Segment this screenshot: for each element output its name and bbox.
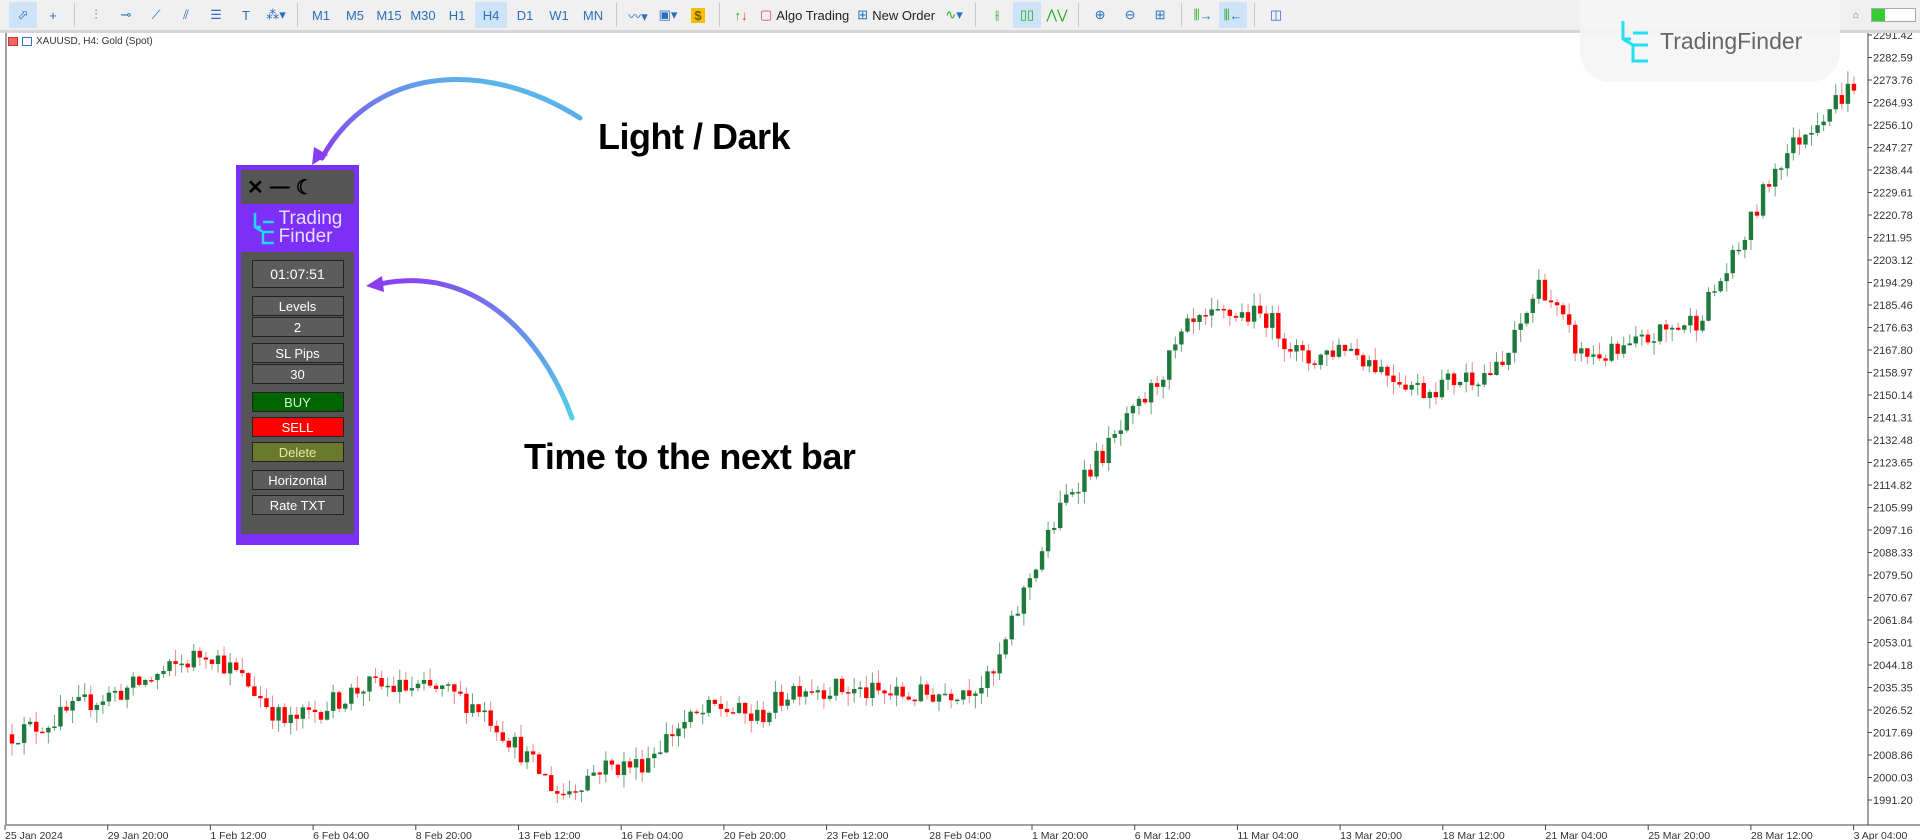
arrowhead-timer — [366, 276, 384, 292]
arrow-timer — [377, 278, 575, 421]
annotation-timer: Time to the next bar — [524, 436, 856, 477]
arrow-light-dark — [319, 77, 583, 161]
annotation-light-dark: Light / Dark — [598, 116, 791, 157]
annotation-arrows — [312, 77, 583, 421]
